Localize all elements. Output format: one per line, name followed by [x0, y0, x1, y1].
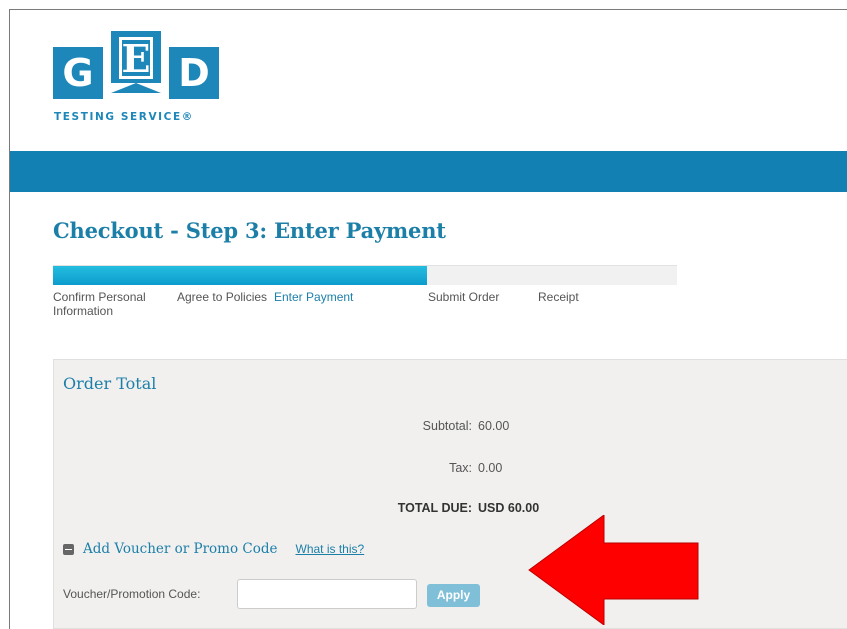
tax-label: Tax:: [449, 461, 472, 475]
logo-tagline: TESTING SERVICE®: [54, 111, 194, 123]
progress-fill: [53, 266, 428, 285]
page-title: Checkout - Step 3: Enter Payment: [53, 218, 446, 243]
step-receipt: Receipt: [538, 290, 579, 304]
step-agree-to-policies: Agree to Policies: [177, 290, 268, 304]
logo-letter-e-glyph: E: [121, 36, 151, 81]
total-due-value: USD 60.00: [478, 501, 540, 515]
step-submit-order: Submit Order: [428, 290, 500, 304]
subtotal-value: 60.00: [478, 419, 510, 433]
checkout-progress-bar: [53, 265, 677, 285]
collapse-minus-icon[interactable]: [63, 543, 74, 555]
tax-value: 0.00: [478, 461, 503, 475]
logo-letter-e: E: [111, 31, 161, 93]
step-enter-payment: Enter Payment: [274, 290, 354, 304]
subtotal-label: Subtotal:: [422, 419, 472, 433]
logo-letter-d: D: [169, 47, 219, 99]
browser-viewport: G E D TESTING SERVICE® Checkout - Step 3…: [9, 9, 847, 629]
header-band: [10, 151, 847, 192]
order-total-heading: Order Total: [63, 374, 157, 393]
voucher-toggle-label[interactable]: Add Voucher or Promo Code: [83, 541, 278, 557]
apply-button[interactable]: Apply: [427, 584, 480, 607]
order-total-panel: Order Total Subtotal: 60.00 Tax: 0.00 TO…: [53, 359, 847, 629]
step-confirm-personal-information: Confirm Personal Information: [53, 290, 146, 318]
logo-letters: G E D: [52, 31, 222, 101]
total-due-label: TOTAL DUE:: [397, 501, 472, 515]
voucher-code-label: Voucher/Promotion Code:: [63, 587, 201, 601]
red-arrow-icon: [528, 515, 699, 625]
logo-letter-g: G: [53, 47, 103, 99]
voucher-toggle[interactable]: Add Voucher or Promo Code What is this?: [63, 541, 364, 557]
voucher-code-input[interactable]: [237, 579, 417, 609]
ged-logo[interactable]: G E D TESTING SERVICE®: [52, 23, 232, 143]
what-is-this-link[interactable]: What is this?: [296, 542, 365, 556]
